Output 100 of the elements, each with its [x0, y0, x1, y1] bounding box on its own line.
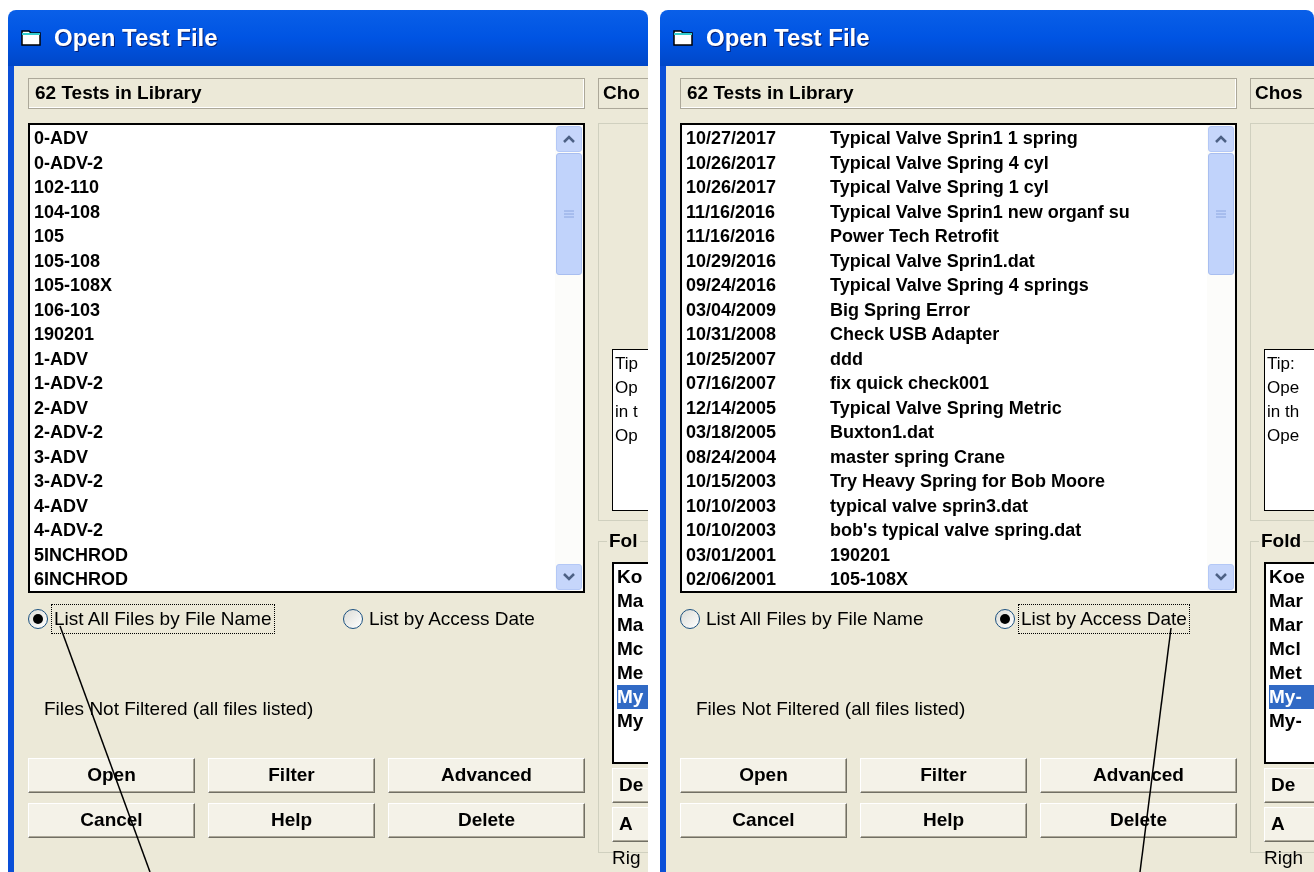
file-list-item[interactable]: 2-ADV [34, 395, 555, 420]
radio-label[interactable]: List by Access Date [367, 604, 537, 634]
filter-status-text: Files Not Filtered (all files listed) [44, 697, 315, 721]
radio-label[interactable]: List by Access Date [1019, 604, 1189, 634]
file-list-item[interactable]: 1-ADV [34, 346, 555, 371]
file-list-item[interactable]: 10/10/2003 typical valve sprin3.dat [686, 493, 1207, 518]
grip-icon [1216, 210, 1226, 218]
file-list-item[interactable]: 102-110 [34, 175, 555, 200]
file-list-item[interactable]: 105-108 [34, 248, 555, 273]
file-list-item[interactable]: 2-ADV-2 [34, 420, 555, 445]
library-count-label: 62 Tests in Library [680, 78, 1237, 109]
folder-list-item[interactable]: Ma [617, 613, 648, 637]
folder-icon [672, 28, 694, 48]
dialog-button[interactable]: Help [208, 802, 375, 838]
tip-text: Ope [1267, 425, 1301, 447]
file-list-item[interactable]: 3-ADV [34, 444, 555, 469]
dialog-button[interactable]: Open [680, 757, 847, 793]
scroll-down-button[interactable] [556, 564, 582, 590]
window-title: Open Test File [706, 23, 870, 53]
scroll-thumb[interactable] [1208, 153, 1234, 275]
radio-button[interactable] [995, 609, 1015, 629]
file-list-item[interactable]: 03/01/2001 190201 [686, 542, 1207, 567]
file-list-item[interactable]: 0-ADV [34, 126, 555, 151]
dialog-button[interactable]: Cancel [680, 802, 847, 838]
scrollbar[interactable] [1207, 125, 1235, 591]
tip-text: Tip [615, 353, 639, 375]
scroll-down-button[interactable] [1208, 564, 1234, 590]
caret-up-icon [1215, 135, 1227, 143]
scroll-thumb[interactable] [556, 153, 582, 275]
folder-button[interactable]: De [612, 768, 648, 803]
file-list-item[interactable]: 10/26/2017 Typical Valve Spring 4 cyl [686, 150, 1207, 175]
window-title: Open Test File [54, 23, 218, 53]
folder-list-item[interactable]: My- [1269, 709, 1314, 733]
filter-status-text: Files Not Filtered (all files listed) [696, 697, 967, 721]
scrollbar[interactable] [555, 125, 583, 591]
tip-text: Op [615, 425, 639, 447]
file-list-item[interactable]: 3-ADV-2 [34, 469, 555, 494]
file-list-item[interactable]: 02/06/2001 105-108X [686, 567, 1207, 591]
folder-list-item[interactable]: Ma [617, 589, 648, 613]
file-list-item[interactable]: 10/15/2003 Try Heavy Spring for Bob Moore [686, 469, 1207, 494]
file-list-item[interactable]: 105-108X [34, 273, 555, 298]
file-list-item[interactable]: 6INCHROD [34, 567, 555, 591]
file-list-item[interactable]: 07/16/2007 fix quick check001 [686, 371, 1207, 396]
tip-text: Op [615, 377, 639, 399]
file-list-item[interactable]: 10/27/2017 Typical Valve Sprin1 1 spring [686, 126, 1207, 151]
folder-list-item[interactable]: My [617, 685, 648, 709]
file-list-item[interactable]: 03/04/2009 Big Spring Error [686, 297, 1207, 322]
file-list-item[interactable]: 104-108 [34, 199, 555, 224]
dialog-button[interactable]: Filter [860, 757, 1027, 793]
file-list-item[interactable]: 105 [34, 224, 555, 249]
file-list-item[interactable]: 0-ADV-2 [34, 150, 555, 175]
file-list-item[interactable]: 03/18/2005 Buxton1.dat [686, 420, 1207, 445]
folder-list-item[interactable]: Met [1269, 661, 1314, 685]
dialog-button[interactable]: Advanced [388, 757, 585, 793]
tip-text: in t [615, 401, 639, 423]
file-list-item[interactable]: 190201 [34, 322, 555, 347]
radio-button[interactable] [343, 609, 363, 629]
file-list-item[interactable]: 10/26/2017 Typical Valve Spring 1 cyl [686, 175, 1207, 200]
radio-button[interactable] [680, 609, 700, 629]
folder-button[interactable]: A [1264, 807, 1314, 842]
tip-text: Tip: [1267, 353, 1296, 375]
folder-list-item[interactable]: Mar [1269, 589, 1314, 613]
file-list-item[interactable]: 10/31/2008 Check USB Adapter [686, 322, 1207, 347]
file-list-item[interactable]: 5INCHROD [34, 542, 555, 567]
file-list-item[interactable]: 4-ADV [34, 493, 555, 518]
file-list-item[interactable]: 11/16/2016 Typical Valve Sprin1 new organf su [686, 199, 1207, 224]
caret-down-icon [563, 573, 575, 581]
tip-text: in th [1267, 401, 1301, 423]
folder-list-item[interactable]: My- [1269, 685, 1314, 709]
footer-text: Rig [612, 846, 642, 870]
scroll-up-button[interactable] [1208, 126, 1234, 152]
file-list-item[interactable]: 09/24/2016 Typical Valve Spring 4 springs [686, 273, 1207, 298]
file-list-item[interactable]: 10/29/2016 Typical Valve Sprin1.dat [686, 248, 1207, 273]
radio-label[interactable]: List All Files by File Name [52, 604, 274, 634]
caret-down-icon [1215, 573, 1227, 581]
file-list-item[interactable]: 106-103 [34, 297, 555, 322]
radio-button[interactable] [28, 609, 48, 629]
file-list-item[interactable]: 4-ADV-2 [34, 518, 555, 543]
folder-list-item[interactable]: Mar [1269, 613, 1314, 637]
folder-list-item[interactable]: Mcl [1269, 637, 1314, 661]
file-list-item[interactable]: 11/16/2016 Power Tech Retrofit [686, 224, 1207, 249]
folder-list-item[interactable]: Ko [617, 565, 648, 589]
file-list-item[interactable]: 10/10/2003 bob's typical valve spring.dat [686, 518, 1207, 543]
folder-button[interactable]: De [1264, 768, 1314, 803]
chosen-file-label: Chos [1250, 78, 1314, 109]
dialog-button[interactable]: Help [860, 802, 1027, 838]
file-list-item[interactable]: 10/25/2007 ddd [686, 346, 1207, 371]
scroll-up-button[interactable] [556, 126, 582, 152]
folder-list-item[interactable]: My [617, 709, 648, 733]
dialog-button[interactable]: Filter [208, 757, 375, 793]
folder-list-item[interactable]: Me [617, 661, 648, 685]
file-list-item[interactable]: 12/14/2005 Typical Valve Spring Metric [686, 395, 1207, 420]
dialog-button[interactable]: Delete [388, 802, 585, 838]
file-list-item[interactable]: 08/24/2004 master spring Crane [686, 444, 1207, 469]
folder-list-item[interactable]: Koe [1269, 565, 1314, 589]
radio-label[interactable]: List All Files by File Name [704, 604, 926, 634]
file-list-item[interactable]: 1-ADV-2 [34, 371, 555, 396]
folder-button[interactable]: A [612, 807, 648, 842]
caret-up-icon [563, 135, 575, 143]
folder-list-item[interactable]: Mc [617, 637, 648, 661]
